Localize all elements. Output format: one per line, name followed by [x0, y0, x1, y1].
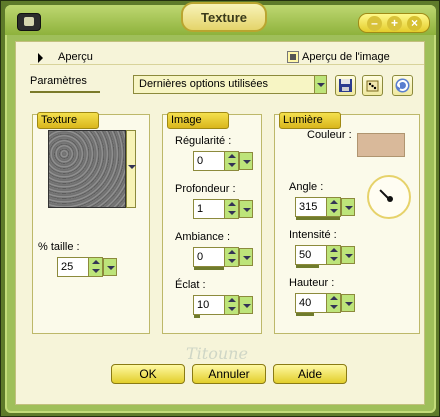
regularite-label: Régularité :: [175, 135, 232, 147]
refresh-icon: [395, 78, 410, 93]
divider: [30, 64, 424, 65]
cancel-button[interactable]: Annuler: [192, 364, 266, 384]
profondeur-label: Profondeur :: [175, 183, 236, 195]
angle-dial-center: [387, 196, 393, 202]
minimize-button[interactable]: –: [367, 16, 382, 31]
image-panel: Image Régularité : 0 Profondeur : 1 Ambi…: [162, 112, 262, 334]
dropdown-icon[interactable]: [239, 296, 253, 314]
increment-icon[interactable]: [326, 246, 340, 255]
decrement-icon[interactable]: [224, 209, 238, 218]
dialog-frame: Texture – + × Aperçu Aperçu de l'image P…: [5, 2, 436, 413]
app-icon: [17, 13, 41, 31]
decrement-icon[interactable]: [88, 267, 102, 276]
dice-icon: [366, 80, 379, 92]
intensite-spinner[interactable]: 50: [295, 245, 355, 268]
ok-button[interactable]: OK: [111, 364, 185, 384]
texture-panel-title: Texture: [37, 112, 99, 129]
angle-slider-fill[interactable]: [296, 217, 340, 220]
ambiance-spinner[interactable]: 0: [193, 247, 253, 270]
eclat-value: 10: [197, 299, 210, 311]
ambiance-label: Ambiance :: [175, 231, 231, 243]
window-controls: – + ×: [358, 13, 430, 33]
couleur-label: Couleur :: [307, 129, 352, 141]
eclat-label: Éclat :: [175, 279, 206, 291]
taille-value: 25: [61, 261, 74, 273]
reset-button[interactable]: [392, 75, 413, 96]
light-color-swatch[interactable]: [357, 133, 405, 157]
eclat-slider-fill[interactable]: [194, 315, 200, 318]
angle-dial[interactable]: [367, 175, 411, 219]
taille-label: % taille :: [38, 241, 80, 253]
increment-icon[interactable]: [326, 198, 340, 207]
apercu-label: Aperçu: [58, 51, 93, 63]
decrement-icon[interactable]: [326, 207, 340, 216]
increment-icon[interactable]: [224, 152, 238, 161]
image-panel-title: Image: [167, 112, 229, 129]
save-icon: [339, 79, 352, 92]
decrement-icon[interactable]: [224, 257, 238, 266]
watermark: Titoune: [186, 344, 248, 363]
close-button[interactable]: ×: [407, 16, 422, 31]
intensite-value: 50: [299, 249, 312, 261]
dropdown-icon[interactable]: [103, 258, 117, 276]
hauteur-spinner[interactable]: 40: [295, 293, 355, 316]
maximize-button[interactable]: +: [387, 16, 402, 31]
increment-icon[interactable]: [88, 258, 102, 267]
decrement-icon[interactable]: [326, 255, 340, 264]
increment-icon[interactable]: [224, 248, 238, 257]
increment-icon[interactable]: [326, 294, 340, 303]
taille-spinner[interactable]: 25: [57, 257, 117, 277]
increment-icon[interactable]: [224, 200, 238, 209]
decrement-icon[interactable]: [224, 305, 238, 314]
hauteur-label: Hauteur :: [289, 277, 335, 289]
random-button[interactable]: [362, 75, 383, 96]
lumiere-panel-title: Lumière: [279, 112, 341, 129]
dropdown-icon[interactable]: [239, 152, 253, 170]
intensite-label: Intensité :: [289, 229, 337, 241]
dropdown-icon[interactable]: [239, 200, 253, 218]
dropdown-icon[interactable]: [239, 248, 253, 266]
profondeur-value: 1: [197, 203, 204, 215]
preview-checkbox[interactable]: [287, 51, 299, 63]
dropdown-icon[interactable]: [341, 198, 355, 216]
profondeur-spinner[interactable]: 1: [193, 199, 253, 219]
title-bar[interactable]: Texture – + ×: [5, 2, 436, 35]
lumiere-panel: Lumière Couleur : Angle : 315 Intensité …: [274, 112, 420, 334]
preset-select[interactable]: Dernières options utilisées: [133, 75, 327, 94]
angle-label: Angle :: [289, 181, 324, 193]
save-preset-button[interactable]: [335, 75, 356, 96]
texture-panel: Texture % taille : 25: [32, 112, 150, 334]
dialog-window: Texture – + × Aperçu Aperçu de l'image P…: [0, 0, 440, 417]
texture-dropdown[interactable]: [126, 130, 136, 208]
help-button[interactable]: Aide: [273, 364, 347, 384]
chevron-down-icon[interactable]: [314, 76, 326, 93]
hauteur-value: 40: [299, 297, 312, 309]
ambiance-slider-fill[interactable]: [194, 267, 224, 270]
decrement-icon[interactable]: [326, 303, 340, 312]
regularite-spinner[interactable]: 0: [193, 151, 253, 171]
preview-checkbox-label[interactable]: Aperçu de l'image: [302, 51, 390, 63]
dialog-body: Aperçu Aperçu de l'image Paramètres Dern…: [15, 41, 425, 405]
ambiance-value: 0: [197, 251, 204, 263]
preset-select-value: Dernières options utilisées: [139, 78, 269, 90]
angle-value: 315: [299, 201, 318, 213]
hauteur-slider-fill[interactable]: [296, 313, 314, 316]
window-title: Texture: [181, 2, 267, 32]
expand-preview-icon[interactable]: [38, 53, 43, 63]
eclat-spinner[interactable]: 10: [193, 295, 253, 318]
decrement-icon[interactable]: [224, 161, 238, 170]
dropdown-icon[interactable]: [341, 246, 355, 264]
texture-swatch[interactable]: [48, 130, 126, 208]
regularite-value: 0: [197, 155, 204, 167]
angle-spinner[interactable]: 315: [295, 197, 355, 220]
increment-icon[interactable]: [224, 296, 238, 305]
dropdown-icon[interactable]: [341, 294, 355, 312]
intensite-slider-fill[interactable]: [296, 265, 319, 268]
params-label: Paramètres: [30, 75, 100, 93]
